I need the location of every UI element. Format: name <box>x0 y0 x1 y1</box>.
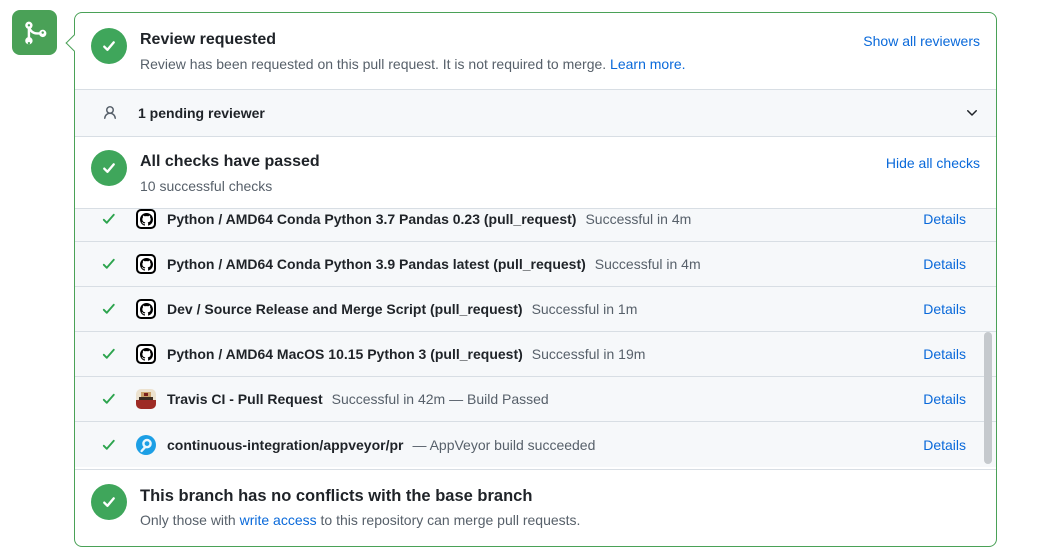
check-details-link[interactable]: Details <box>923 256 966 272</box>
checks-header-section: All checks have passed 10 successful che… <box>75 137 996 209</box>
check-icon <box>100 37 118 55</box>
pull-request-merge-area: { "badge": { "icon": "git-merge-icon" },… <box>0 0 1043 555</box>
check-row: Python / AMD64 MacOS 10.15 Python 3 (pul… <box>75 332 996 377</box>
hide-all-checks-link[interactable]: Hide all checks <box>886 150 980 171</box>
check-status: — AppVeyor build succeeded <box>412 437 595 453</box>
review-requested-section: Review requested Review has been request… <box>75 13 996 90</box>
write-access-link[interactable]: write access <box>240 512 317 528</box>
check-name: Python / AMD64 Conda Python 3.7 Pandas 0… <box>167 211 576 227</box>
check-success-icon <box>101 301 117 317</box>
scrollbar-thumb[interactable] <box>984 332 992 464</box>
check-status: Successful in 4m <box>585 211 691 227</box>
check-details-link[interactable]: Details <box>923 391 966 407</box>
merge-status-title: This branch has no conflicts with the ba… <box>140 486 580 507</box>
check-name: continuous-integration/appveyor/pr <box>167 437 403 453</box>
check-success-icon <box>101 346 117 362</box>
check-success-icon <box>101 211 117 227</box>
check-name: Dev / Source Release and Merge Script (p… <box>167 301 523 317</box>
check-success-icon <box>101 256 117 272</box>
check-status: Successful in 1m <box>532 301 638 317</box>
check-icon <box>100 493 118 511</box>
learn-more-link[interactable]: Learn more. <box>610 56 685 72</box>
check-details-link[interactable]: Details <box>923 301 966 317</box>
check-details-link[interactable]: Details <box>923 346 966 362</box>
checks-title: All checks have passed <box>140 152 320 173</box>
git-merge-icon <box>22 20 48 46</box>
review-description: Review has been requested on this pull r… <box>140 55 686 75</box>
check-row: Python / AMD64 Conda Python 3.7 Pandas 0… <box>75 209 996 242</box>
github-actions-icon <box>136 209 156 229</box>
github-actions-icon <box>136 344 156 364</box>
appveyor-icon <box>136 435 156 455</box>
checks-list-inner: Python / AMD64 Conda Python 3.7 Pandas 0… <box>75 209 996 467</box>
checks-subtitle: 10 successful checks <box>140 177 320 197</box>
review-title: Review requested <box>140 30 686 51</box>
pending-reviewer-row[interactable]: 1 pending reviewer <box>75 90 996 137</box>
check-status: Successful in 19m <box>532 346 646 362</box>
show-all-reviewers-link[interactable]: Show all reviewers <box>863 28 980 49</box>
checks-list[interactable]: Python / AMD64 Conda Python 3.7 Pandas 0… <box>75 209 996 470</box>
merge-box: Review requested Review has been request… <box>74 12 997 547</box>
merge-status-section: This branch has no conflicts with the ba… <box>75 470 996 531</box>
git-merge-badge <box>12 10 57 55</box>
check-status: Successful in 42m — Build Passed <box>332 391 549 407</box>
merge-status-subtitle: Only those with write access to this rep… <box>140 511 580 531</box>
person-icon <box>102 105 118 121</box>
check-success-icon <box>101 391 117 407</box>
check-name: Travis CI - Pull Request <box>167 391 323 407</box>
check-name: Python / AMD64 Conda Python 3.9 Pandas l… <box>167 256 586 272</box>
github-actions-icon <box>136 299 156 319</box>
check-name: Python / AMD64 MacOS 10.15 Python 3 (pul… <box>167 346 523 362</box>
travis-ci-icon <box>136 389 156 409</box>
merge-success-circle-icon <box>91 484 127 520</box>
pending-reviewer-label: 1 pending reviewer <box>138 105 265 121</box>
github-actions-icon <box>136 254 156 274</box>
check-row: continuous-integration/appveyor/pr — App… <box>75 422 996 467</box>
chevron-down-icon[interactable] <box>964 105 980 121</box>
check-status: Successful in 4m <box>595 256 701 272</box>
check-row: Travis CI - Pull Request Successful in 4… <box>75 377 996 422</box>
check-row: Python / AMD64 Conda Python 3.9 Pandas l… <box>75 242 996 287</box>
check-details-link[interactable]: Details <box>923 437 966 453</box>
check-details-link[interactable]: Details <box>923 211 966 227</box>
check-success-icon <box>101 437 117 453</box>
review-success-circle-icon <box>91 28 127 64</box>
checks-success-circle-icon <box>91 150 127 186</box>
check-icon <box>100 159 118 177</box>
check-row: Dev / Source Release and Merge Script (p… <box>75 287 996 332</box>
